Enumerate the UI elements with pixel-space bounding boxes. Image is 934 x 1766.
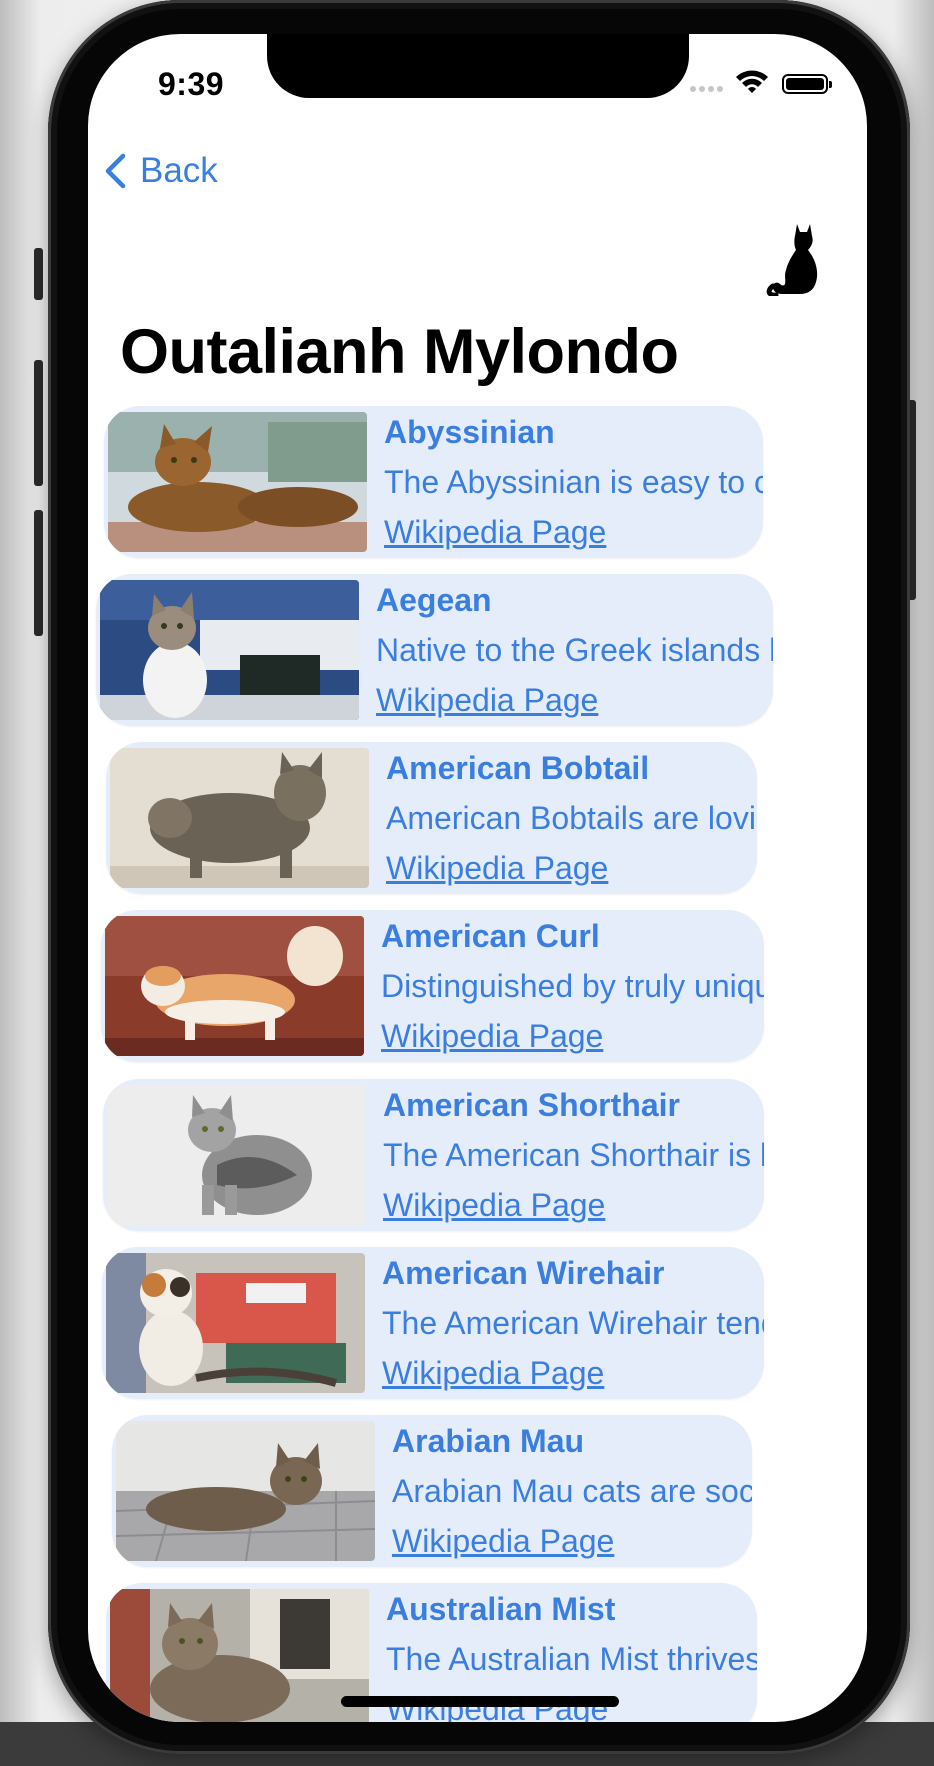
- breed-photo: [106, 1253, 365, 1393]
- volume-up-button: [34, 360, 43, 486]
- breed-description: Native to the Greek islands kn...: [376, 632, 773, 668]
- breed-description: American Bobtails are loving...: [386, 800, 757, 836]
- breed-card[interactable]: American Curl Distinguished by truly uni…: [101, 910, 764, 1062]
- breed-name: American Shorthair: [383, 1087, 680, 1123]
- mute-switch: [34, 248, 43, 300]
- wikipedia-link[interactable]: Wikipedia Page: [382, 1355, 604, 1392]
- breed-photo: [105, 916, 364, 1056]
- breed-photo: [108, 412, 367, 552]
- volume-down-button: [34, 510, 43, 636]
- wikipedia-link[interactable]: Wikipedia Page: [392, 1523, 614, 1560]
- wikipedia-link[interactable]: Wikipedia Page: [376, 682, 598, 719]
- breed-description: The American Wirehair tends...: [382, 1305, 764, 1341]
- breed-card[interactable]: Abyssinian The Abyssinian is easy to car…: [104, 406, 763, 558]
- breed-photo: [110, 748, 369, 888]
- wikipedia-link[interactable]: Wikipedia Page: [386, 850, 608, 887]
- screen: 9:39 Back Outalianh Mylondo Abyssinian T…: [88, 34, 867, 1722]
- breed-name: Abyssinian: [384, 414, 555, 450]
- breed-description: The Abyssinian is easy to car...: [384, 464, 763, 500]
- wikipedia-link[interactable]: Wikipedia Page: [384, 514, 606, 551]
- wikipedia-link[interactable]: Wikipedia Page: [381, 1018, 603, 1055]
- breed-name: Arabian Mau: [392, 1423, 585, 1459]
- breed-card[interactable]: Aegean Native to the Greek islands kn...…: [96, 574, 773, 726]
- breed-list: Abyssinian The Abyssinian is easy to car…: [88, 34, 867, 1722]
- breed-card[interactable]: American Shorthair The American Shorthai…: [103, 1079, 764, 1231]
- breed-description: Distinguished by truly unique...: [381, 968, 764, 1004]
- breed-photo: [100, 580, 359, 720]
- breed-description: The Australian Mist thrives o...: [386, 1641, 757, 1677]
- breed-name: American Wirehair: [382, 1255, 665, 1291]
- breed-card[interactable]: Arabian Mau Arabian Mau cats are social.…: [112, 1415, 752, 1567]
- breed-name: Aegean: [376, 582, 492, 618]
- wikipedia-link[interactable]: Wikipedia Page: [383, 1187, 605, 1224]
- breed-description: The American Shorthair is kn...: [383, 1137, 764, 1173]
- breed-card[interactable]: American Wirehair The American Wirehair …: [102, 1247, 764, 1399]
- breed-photo: [110, 1589, 369, 1722]
- breed-photo: [116, 1421, 375, 1561]
- home-indicator[interactable]: [341, 1696, 619, 1707]
- breed-name: Australian Mist: [386, 1591, 616, 1627]
- breed-description: Arabian Mau cats are social...: [392, 1473, 752, 1509]
- breed-card[interactable]: American Bobtail American Bobtails are l…: [106, 742, 757, 894]
- breed-name: American Bobtail: [386, 750, 650, 786]
- breed-name: American Curl: [381, 918, 600, 954]
- breed-photo: [107, 1085, 366, 1225]
